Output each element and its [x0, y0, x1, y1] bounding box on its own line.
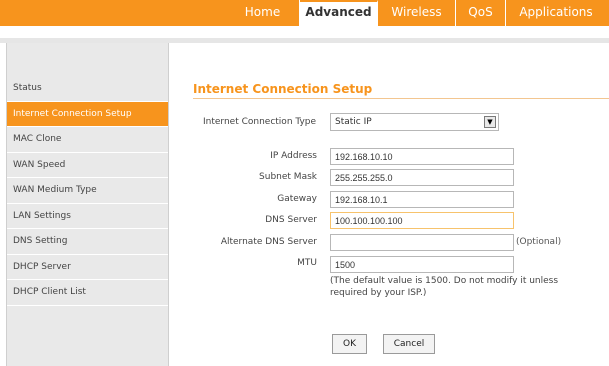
main-nav-tabs: Home Advanced Wireless QoS Applications [226, 0, 606, 26]
gateway-input[interactable] [330, 191, 514, 208]
tab-wireless[interactable]: Wireless [378, 0, 456, 26]
tab-applications[interactable]: Applications [506, 0, 606, 26]
mtu-label: MTU [297, 258, 317, 268]
mtu-input[interactable] [330, 256, 514, 273]
sidebar-item-dhcp-server[interactable]: DHCP Server [7, 255, 168, 280]
connection-type-label: Internet Connection Type [203, 117, 317, 127]
sub-nav-bar [0, 26, 609, 38]
main-content: Internet Connection Setup Internet Conne… [175, 43, 609, 366]
sidebar-item-wan-speed[interactable]: WAN Speed [7, 153, 168, 178]
sidebar-item-dhcp-client-list[interactable]: DHCP Client List [7, 280, 168, 306]
tab-qos[interactable]: QoS [456, 0, 506, 26]
ip-address-input[interactable] [330, 148, 514, 165]
sidebar: Status Internet Connection Setup MAC Clo… [6, 43, 169, 366]
sidebar-item-dns-setting[interactable]: DNS Setting [7, 229, 168, 255]
sidebar-item-status[interactable]: Status [7, 76, 168, 102]
sidebar-item-mac-clone[interactable]: MAC Clone [7, 127, 168, 153]
alt-dns-server-input[interactable] [330, 234, 514, 251]
alt-dns-server-label: Alternate DNS Server [220, 237, 317, 247]
dropdown-arrow-icon[interactable]: ▼ [484, 116, 496, 128]
subnet-mask-label: Subnet Mask [259, 172, 317, 182]
dns-server-label: DNS Server [265, 215, 317, 225]
sidebar-item-internet-connection-setup[interactable]: Internet Connection Setup [7, 101, 168, 127]
sidebar-item-lan-settings[interactable]: LAN Settings [7, 204, 168, 229]
tab-advanced[interactable]: Advanced [300, 0, 378, 26]
dns-server-input[interactable] [330, 212, 514, 229]
mtu-hint: (The default value is 1500. Do not modif… [330, 276, 559, 298]
connection-type-select[interactable]: Static IP ▼ [330, 113, 499, 131]
page-title: Internet Connection Setup [193, 82, 373, 96]
cancel-button[interactable]: Cancel [383, 334, 435, 354]
ok-button[interactable]: OK [332, 334, 367, 354]
connection-type-value: Static IP [335, 117, 372, 127]
tab-home[interactable]: Home [226, 0, 300, 26]
alt-dns-optional-note: (Optional) [516, 237, 562, 247]
title-divider [193, 98, 609, 99]
subnet-mask-input[interactable] [330, 169, 514, 186]
sidebar-item-wan-medium-type[interactable]: WAN Medium Type [7, 178, 168, 204]
gateway-label: Gateway [277, 194, 317, 204]
ip-address-label: IP Address [270, 151, 317, 161]
